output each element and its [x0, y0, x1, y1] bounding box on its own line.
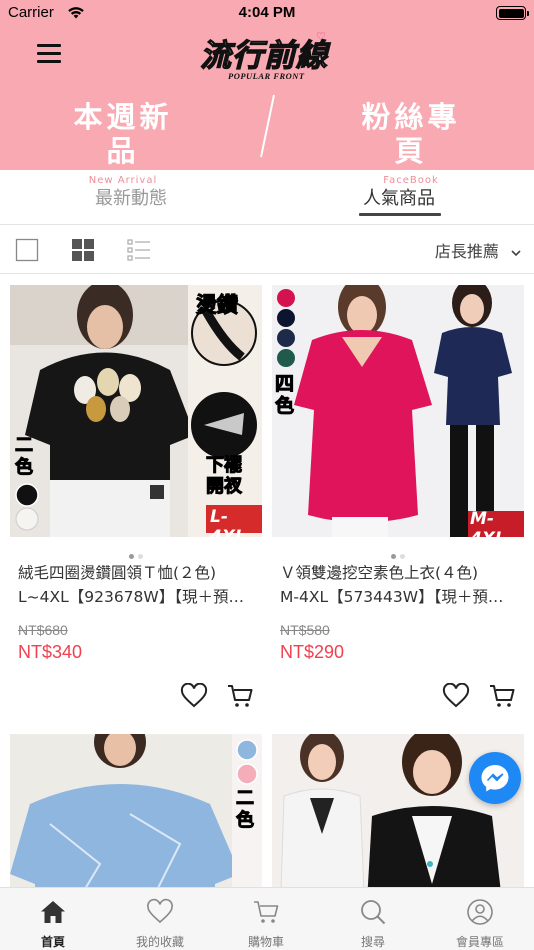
nav-member-label: 會員專區 — [455, 935, 504, 949]
facebook-title: 粉絲專頁 — [361, 100, 461, 168]
sort-dropdown[interactable]: 店長推薦 — [435, 238, 522, 262]
active-tab-indicator — [359, 213, 441, 216]
user-icon — [467, 899, 493, 925]
product-image[interactable]: 燙鑽 下襬開衩 L-4XL 二色 — [10, 285, 262, 537]
battery-icon — [496, 6, 529, 20]
view-toolbar: 店長推薦 — [0, 226, 534, 274]
heart-ornament-icon: ♡ — [316, 30, 326, 43]
grid-view-icon[interactable] — [71, 238, 95, 262]
logo: 流行前線 ♡ POPULAR FRONT — [196, 30, 338, 82]
product-name: Ｖ領雙邊挖空素色上衣(４色) M-4XL【573443W】【現＋預】-3 — [280, 564, 516, 606]
single-view-icon[interactable] — [15, 238, 39, 262]
sort-label: 店長推薦 — [434, 242, 499, 261]
tab-bar: 最新動態 人氣商品 — [0, 170, 534, 225]
logo-text: 流行前線 — [199, 37, 328, 74]
image-badge: 二色 — [15, 435, 34, 479]
image-badge: 下襬開衩 — [206, 455, 243, 498]
nav-search-label: 搜尋 — [360, 935, 385, 949]
sale-price: NT$340 — [18, 642, 83, 662]
divider-slash — [260, 94, 275, 158]
home-icon — [41, 901, 65, 923]
hamburger-menu-icon[interactable] — [37, 44, 61, 64]
product-card[interactable]: 二色 — [10, 734, 262, 887]
nav-home[interactable]: 首頁 — [0, 888, 106, 950]
sale-price: NT$290 — [280, 642, 345, 662]
add-to-cart-icon[interactable] — [226, 683, 254, 709]
original-price: NT$680 — [18, 622, 68, 638]
favorite-heart-icon[interactable] — [180, 683, 208, 709]
list-view-icon[interactable] — [127, 238, 151, 262]
product-photo — [10, 734, 262, 887]
nav-favorites[interactable]: 我的收藏 — [107, 888, 213, 950]
tab-popular[interactable]: 人氣商品 — [363, 184, 435, 210]
app-header: Carrier 4:04 PM 流行前線 ♡ POPULAR FRONT 本週新… — [0, 0, 534, 188]
nav-home-label: 首頁 — [40, 935, 65, 949]
favorite-heart-icon[interactable] — [442, 683, 470, 709]
product-name: 絨毛四圈燙鑽圓領Ｔ恤(２色) L~4XL【923678W】【現＋預】-3 — [18, 564, 254, 606]
product-image[interactable]: 二色 — [10, 734, 262, 887]
tab-latest[interactable]: 最新動態 — [95, 184, 167, 210]
bottom-navigation: 首頁 我的收藏 購物車 搜尋 會員專區 — [0, 887, 534, 950]
nav-cart[interactable]: 購物車 — [213, 888, 319, 950]
add-to-cart-icon[interactable] — [488, 683, 516, 709]
search-icon — [361, 900, 386, 925]
messenger-icon — [481, 765, 509, 792]
nav-member[interactable]: 會員專區 — [427, 888, 533, 950]
logo-subtitle: POPULAR FRONT — [228, 71, 305, 81]
image-badge: M-4XL — [470, 509, 506, 537]
nav-favorites-label: 我的收藏 — [135, 935, 184, 949]
chevron-down-icon — [511, 249, 521, 256]
nav-search[interactable]: 搜尋 — [320, 888, 426, 950]
image-badge: 四色 — [275, 373, 295, 418]
original-price: NT$580 — [280, 622, 330, 638]
nav-cart-label: 購物車 — [247, 935, 284, 949]
product-image[interactable]: 四色 M-4XL — [272, 285, 524, 537]
new-arrival-title: 本週新品 — [73, 100, 173, 168]
product-photo — [10, 285, 262, 537]
status-bar: Carrier 4:04 PM — [0, 0, 534, 28]
product-photo — [272, 285, 524, 537]
clock: 4:04 PM — [238, 4, 296, 21]
messenger-chat-button[interactable] — [469, 752, 521, 804]
image-badge: 二色 — [236, 788, 255, 832]
image-badge: L-4XL — [210, 507, 246, 537]
heart-icon — [147, 898, 173, 924]
cart-icon — [254, 901, 279, 923]
image-badge: 燙鑽 — [196, 293, 239, 318]
